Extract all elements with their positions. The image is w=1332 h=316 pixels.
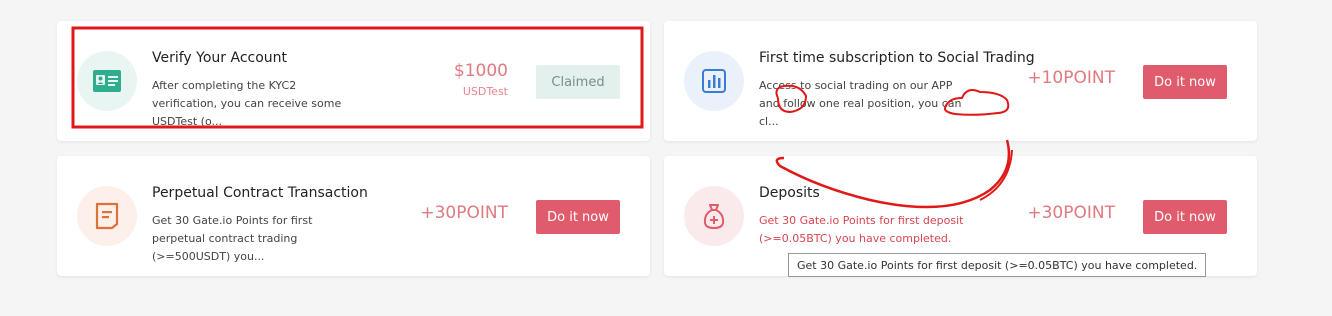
reward-amount: +30POINT [420, 203, 508, 223]
social-trading-card: First time subscription to Social Tradin… [664, 21, 1257, 141]
reward-amount: $1000 [453, 61, 508, 81]
reward-amount: +30POINT [1027, 203, 1115, 223]
document-icon [77, 186, 137, 246]
do-it-now-button[interactable]: Do it now [536, 200, 620, 234]
card-description: After completing the KYC2 verification, … [152, 79, 342, 128]
card-description: Get 30 Gate.io Points for first deposit … [759, 214, 964, 245]
card-title: Deposits [759, 185, 820, 201]
reward-amount: +10POINT [1027, 68, 1115, 88]
card-title: First time subscription to Social Tradin… [759, 50, 1035, 66]
claimed-button[interactable]: Claimed [536, 65, 620, 99]
card-title: Verify Your Account [152, 50, 288, 66]
deposit-tooltip: Get 30 Gate.io Points for first deposit … [788, 253, 1207, 277]
do-it-now-button[interactable]: Do it now [1143, 200, 1227, 234]
verify-account-card: Verify Your Account After completing the… [57, 21, 650, 141]
do-it-now-button[interactable]: Do it now [1143, 65, 1227, 99]
card-description: Access to social trading on our APP and … [759, 79, 962, 128]
card-description: Get 30 Gate.io Points for first perpetua… [152, 214, 313, 263]
money-bag-icon [684, 186, 744, 246]
reward-unit: USDTest [462, 85, 508, 98]
bar-chart-icon [684, 51, 744, 111]
card-title: Perpetual Contract Transaction [152, 185, 368, 201]
id-card-icon [77, 51, 137, 111]
perpetual-contract-card: Perpetual Contract Transaction Get 30 Ga… [57, 156, 650, 276]
